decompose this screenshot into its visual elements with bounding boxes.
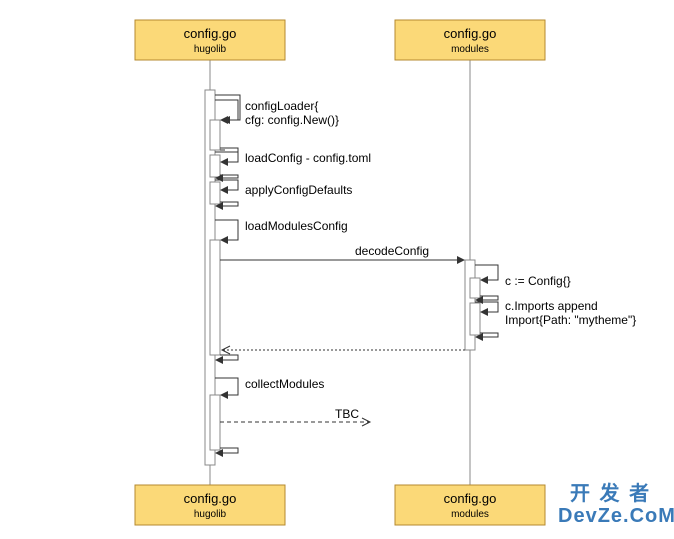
msg-label: loadConfig - config.toml — [245, 151, 371, 165]
watermark-line1: 开 发 者 — [570, 481, 651, 505]
participant-title: config.go — [444, 26, 497, 41]
activation-right-m7 — [470, 303, 480, 335]
msg-label: Import{Path: "mytheme"} — [505, 313, 636, 327]
activation-left-m4 — [210, 240, 220, 355]
msg-label: applyConfigDefaults — [245, 183, 352, 197]
msg-label: loadModulesConfig — [245, 219, 348, 233]
participant-subtitle: hugolib — [194, 509, 227, 520]
msg-label: configLoader{ — [245, 99, 318, 113]
watermark: 开 发 者 DevZe.CoM — [558, 481, 674, 527]
participant-subtitle: modules — [451, 509, 489, 520]
activation-left-m8 — [210, 395, 220, 450]
activation-left-m1 — [210, 120, 220, 150]
activation-right-m6 — [470, 278, 480, 298]
sequence-diagram: config.go hugolib config.go modules conf… — [0, 0, 674, 539]
activation-left-m3 — [210, 182, 220, 204]
participant-subtitle: modules — [451, 44, 489, 55]
msg-label: c := Config{} — [505, 274, 571, 288]
msg-label: TBC — [335, 407, 359, 421]
participant-left-top: config.go hugolib — [135, 20, 285, 60]
msg-label: collectModules — [245, 377, 324, 391]
participant-title: config.go — [184, 26, 237, 41]
participant-right-bottom: config.go modules — [395, 485, 545, 525]
msg-label: c.Imports append — [505, 299, 598, 313]
participant-left-bottom: config.go hugolib — [135, 485, 285, 525]
watermark-line2: DevZe.CoM — [558, 505, 674, 527]
self-return-m4 — [215, 355, 238, 364]
activation-left-m2 — [210, 155, 220, 177]
participant-right-top: config.go modules — [395, 20, 545, 60]
msg-label: cfg: config.New()} — [245, 113, 339, 127]
msg-return-decode — [222, 346, 465, 354]
participant-subtitle: hugolib — [194, 44, 227, 55]
participant-title: config.go — [444, 491, 497, 506]
msg-label: decodeConfig — [355, 244, 429, 258]
participant-title: config.go — [184, 491, 237, 506]
